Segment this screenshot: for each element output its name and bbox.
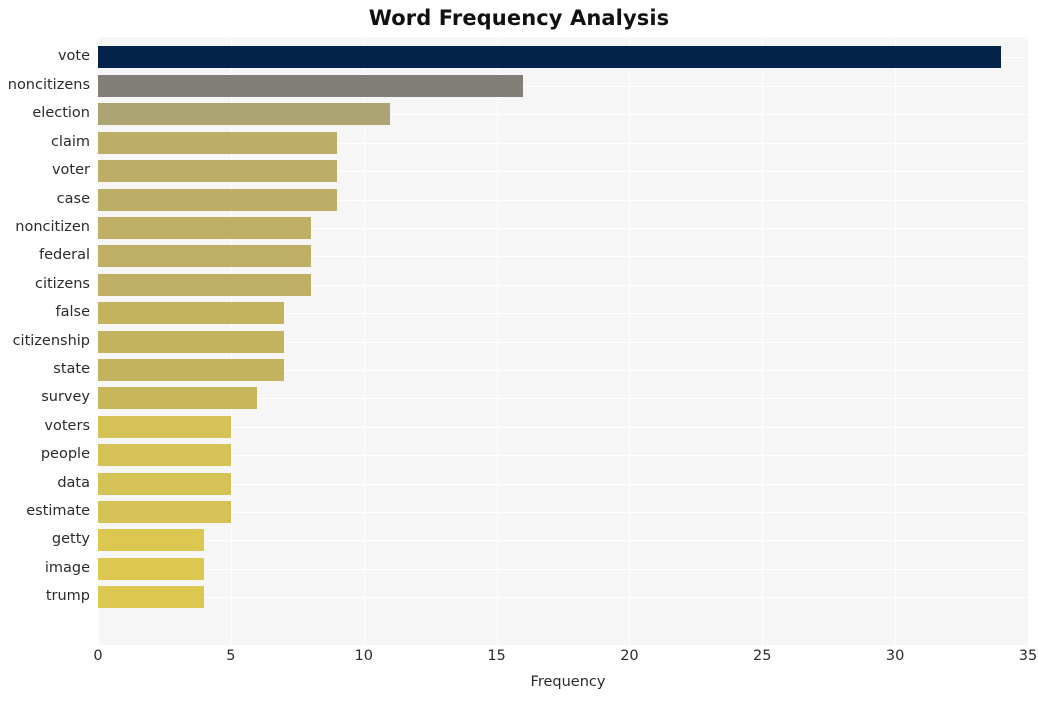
y-axis-tick-label: voters [44, 417, 90, 434]
x-axis-label-text: Frequency [530, 674, 606, 690]
y-axis-tick-label: citizens [35, 275, 90, 292]
x-axis-tick-label: 20 [620, 648, 639, 664]
y-axis-tick-label: claim [50, 133, 90, 150]
y-axis-tick-label: citizenship [12, 332, 90, 349]
y-axis-tick-label: trump [45, 588, 90, 605]
y-axis-tick-label: federal [38, 247, 90, 264]
y-axis-tick-label: getty [51, 531, 90, 548]
y-axis-tick-label: election [32, 105, 90, 122]
x-axis-tick-label: 25 [753, 648, 772, 664]
y-axis-tick-label: people [40, 446, 90, 463]
y-axis-tick-label: survey [41, 389, 90, 406]
x-axis-label: Frequency [0, 674, 1038, 690]
x-axis-tick-label: 5 [226, 648, 236, 664]
y-axis-tick-label: image [44, 559, 90, 576]
page-title: Word Frequency Analysis [368, 6, 670, 30]
y-axis-tick-label: state [53, 360, 90, 377]
y-axis-tick-label: case [56, 190, 90, 207]
y-axis-tick-labels: vote noncitizens election claim voter case non… [0, 37, 1038, 645]
y-axis-tick-label: voter [51, 162, 90, 179]
x-axis-tick-label: 30 [885, 648, 905, 664]
y-axis-tick-label: data [57, 474, 90, 491]
x-axis-tick-label: 0 [93, 648, 103, 664]
x-axis-tick-label: 15 [487, 648, 506, 664]
chart-figure: Word Frequency Analysis vote noncitizens e… [0, 0, 1038, 701]
y-axis-tick-label: false [55, 304, 91, 321]
y-axis-tick-label: estimate [26, 503, 90, 520]
x-axis-tick-label: 35 [1018, 648, 1038, 664]
y-axis-tick-label: vote [57, 48, 90, 65]
y-axis-tick-label: noncitizens [7, 76, 90, 93]
x-axis-tick-label: 10 [354, 648, 373, 664]
y-axis-tick-label: noncitizen [15, 218, 90, 235]
x-axis-tick-labels: 0 5 10 15 20 25 30 35 [0, 648, 1038, 672]
